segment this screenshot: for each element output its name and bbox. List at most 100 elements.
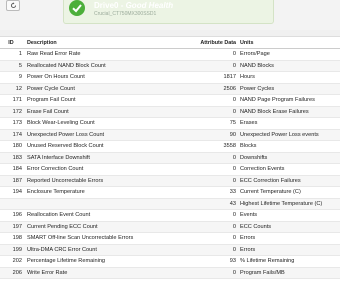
cell-attribute-data: 3558 [180, 140, 239, 153]
cell-description: Unexpected Power Loss Count [25, 129, 180, 141]
refresh-button[interactable] [6, 0, 20, 11]
cell-units: Errors/Page [239, 48, 340, 61]
drive-name: Drive0 [94, 1, 119, 10]
cell-attribute-data: 0 [180, 48, 239, 61]
cell-attribute-data: 0 [180, 60, 239, 72]
cell-units: Errors [239, 244, 340, 256]
table-row[interactable]: 184 Error Correction Count 0 Correction Eve… [0, 163, 340, 176]
cell-units: Highest Lifetime Temperature (C) [239, 198, 340, 210]
smart-attributes-table: ID Description Attribute Data Units 1 Raw… [0, 37, 340, 279]
cell-id: 206 [0, 267, 25, 279]
cell-attribute-data: 43 [180, 198, 239, 210]
cell-id: 12 [0, 83, 25, 95]
table-row[interactable]: 9 Power On Hours Count 1817 Hours [0, 71, 340, 84]
cell-id: 194 [0, 186, 25, 199]
table-header-row: ID Description Attribute Data Units [0, 37, 340, 49]
drive-serial: Crucial_CT750MX300SSD1 [94, 11, 157, 17]
cell-attribute-data: 93 [180, 255, 239, 268]
table-row[interactable]: 196 Reallocation Event Count 0 Events [0, 209, 340, 222]
cell-attribute-data: 0 [180, 163, 239, 176]
table-row[interactable]: 172 Erase Fail Count 0 NAND Block Erase Fai… [0, 106, 340, 118]
table-row[interactable]: 202 Percentage Lifetime Remaining 93% Life… [0, 255, 340, 268]
cell-id: 184 [0, 163, 25, 176]
header-attribute-data[interactable]: Attribute Data [180, 37, 239, 49]
cell-description: Reported Uncorrectable Errors [25, 175, 180, 187]
cell-units: Hours [239, 71, 340, 84]
cell-description: Raw Read Error Rate [25, 48, 180, 61]
cell-id: 187 [0, 175, 25, 187]
cell-attribute-data: 75 [180, 117, 239, 130]
cell-description: Current Pending ECC Count [25, 221, 180, 233]
drive-status-card: Drive0 - Good Health Crucial_CT750MX300S… [63, 0, 274, 24]
cell-units: NAND Blocks [239, 60, 340, 72]
checkmark-icon [69, 0, 85, 16]
cell-description: Power On Hours Count [25, 71, 180, 84]
cell-id [0, 198, 25, 210]
cell-units: Correction Events [239, 163, 340, 176]
cell-id: 198 [0, 232, 25, 245]
cell-id: 5 [0, 60, 25, 72]
drive-title: Drive0 - Good Health [94, 1, 174, 10]
cell-units: Errors [239, 232, 340, 245]
drive-health: Good Health [125, 1, 174, 10]
table-row[interactable]: 43 Highest Lifetime Temperature (C) [0, 198, 340, 210]
table-row[interactable]: 199 Ultra-DMA CRC Error Count 0 Errors [0, 244, 340, 256]
cell-attribute-data: 1817 [180, 71, 239, 84]
cell-description: Ultra-DMA CRC Error Count [25, 244, 180, 256]
cell-description: SATA Interface Downshift [25, 152, 180, 164]
cell-units: ECC Correction Failures [239, 175, 340, 187]
cell-attribute-data: 0 [180, 175, 239, 187]
cell-attribute-data: 90 [180, 129, 239, 141]
cell-attribute-data: 2506 [180, 83, 239, 95]
cell-description: Program Fail Count [25, 94, 180, 107]
table-row[interactable]: 187 Reported Uncorrectable Errors 0 ECC Cor… [0, 175, 340, 187]
top-bar: Drive0 - Good Health Crucial_CT750MX300S… [0, 0, 340, 30]
table-row[interactable]: 12 Power Cycle Count 2506 Power Cycles [0, 83, 340, 95]
cell-attribute-data: 0 [180, 152, 239, 164]
table-row[interactable]: 180 Unused Reserved Block Count 3558 Blocks [0, 140, 340, 153]
table-row[interactable]: 171 Program Fail Count 0 NAND Page Program … [0, 94, 340, 107]
cell-units: NAND Block Erase Failures [239, 106, 340, 118]
header-description[interactable]: Description [25, 37, 180, 49]
cell-id: 197 [0, 221, 25, 233]
cell-units: Downshifts [239, 152, 340, 164]
cell-units: Erases [239, 117, 340, 130]
table-row[interactable]: 5 Reallocated NAND Block Count 0 NAND Block… [0, 60, 340, 72]
header-id[interactable]: ID [0, 37, 25, 49]
cell-description: Reallocated NAND Block Count [25, 60, 180, 72]
cell-attribute-data: 0 [180, 221, 239, 233]
cell-description: Write Error Rate [25, 267, 180, 279]
table-row[interactable]: 174 Unexpected Power Loss Count 90 Unexpect… [0, 129, 340, 141]
table-row[interactable]: 198 SMART Off-line Scan Uncorrectable Err… [0, 232, 340, 245]
cell-description [25, 198, 180, 210]
cell-units: Power Cycles [239, 83, 340, 95]
table-row[interactable]: 1 Raw Read Error Rate 0 Errors/Page [0, 48, 340, 61]
smart-panel: ID Description Attribute Data Units 1 Raw… [0, 36, 340, 301]
table-row[interactable]: 183 SATA Interface Downshift 0 Downshifts [0, 152, 340, 164]
cell-description: Power Cycle Count [25, 83, 180, 95]
cell-id: 196 [0, 209, 25, 222]
cell-id: 173 [0, 117, 25, 130]
cell-units: Current Temperature (C) [239, 186, 340, 199]
cell-attribute-data: 0 [180, 267, 239, 279]
cell-attribute-data: 0 [180, 244, 239, 256]
cell-id: 183 [0, 152, 25, 164]
cell-attribute-data: 0 [180, 106, 239, 118]
table-row[interactable]: 206 Write Error Rate 0 Program Fails/MB [0, 267, 340, 279]
cell-id: 171 [0, 94, 25, 107]
cell-units: Unexpected Power Loss events [239, 129, 340, 141]
cell-description: Erase Fail Count [25, 106, 180, 118]
cell-attribute-data: 0 [180, 232, 239, 245]
cell-description: Block Wear-Leveling Count [25, 117, 180, 130]
table-row[interactable]: 173 Block Wear-Leveling Count 75 Erases [0, 117, 340, 130]
cell-id: 199 [0, 244, 25, 256]
cell-units: Program Fails/MB [239, 267, 340, 279]
cell-id: 180 [0, 140, 25, 153]
header-units[interactable]: Units [239, 37, 340, 49]
table-row[interactable]: 197 Current Pending ECC Count 0 ECC Counts [0, 221, 340, 233]
cell-units: Events [239, 209, 340, 222]
cell-description: Error Correction Count [25, 163, 180, 176]
refresh-icon [10, 2, 16, 9]
table-row[interactable]: 194 Enclosure Temperature 33 Current Temper… [0, 186, 340, 199]
cell-description: Reallocation Event Count [25, 209, 180, 222]
